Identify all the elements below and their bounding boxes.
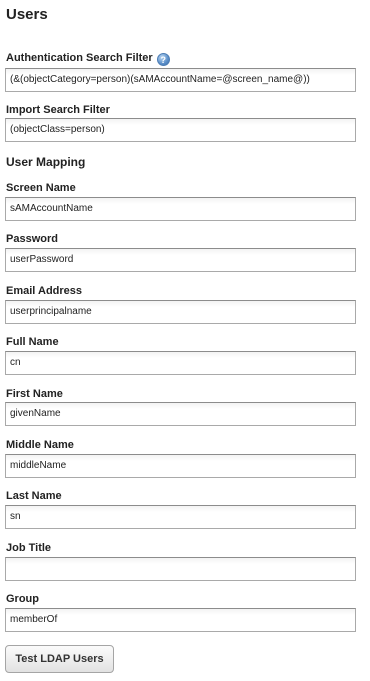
- auth-filter-input[interactable]: (&(objectCategory=person)(sAMAccountName…: [5, 68, 356, 92]
- email-address-label: Email Address: [6, 285, 83, 297]
- last-name-label: Last Name: [6, 490, 62, 502]
- import-filter-input[interactable]: (objectClass=person): [5, 118, 356, 142]
- full-name-input[interactable]: cn: [5, 351, 356, 375]
- first-name-input[interactable]: givenName: [5, 402, 356, 426]
- middle-name-input[interactable]: middleName: [5, 454, 356, 478]
- password-label: Password: [6, 233, 58, 245]
- email-address-input[interactable]: userprincipalname: [5, 300, 356, 324]
- auth-filter-label-text: Authentication Search Filter: [6, 52, 153, 64]
- group-label: Group: [6, 593, 39, 605]
- last-name-input[interactable]: sn: [5, 505, 356, 529]
- screen-name-label: Screen Name: [6, 182, 76, 194]
- import-filter-label: Import Search Filter: [6, 104, 110, 116]
- screen-name-input[interactable]: sAMAccountName: [5, 197, 356, 221]
- first-name-label: First Name: [6, 388, 63, 400]
- full-name-label: Full Name: [6, 336, 59, 348]
- middle-name-label: Middle Name: [6, 439, 74, 451]
- page-title: Users: [6, 6, 48, 23]
- group-input[interactable]: memberOf: [5, 608, 356, 632]
- help-icon[interactable]: ?: [156, 53, 170, 66]
- user-mapping-heading: User Mapping: [6, 155, 86, 169]
- job-title-input[interactable]: [5, 557, 356, 581]
- job-title-label: Job Title: [6, 542, 52, 554]
- test-ldap-users-button[interactable]: Test LDAP Users: [5, 645, 114, 673]
- auth-filter-label: Authentication Search Filter?: [6, 52, 170, 66]
- password-input[interactable]: userPassword: [5, 248, 356, 272]
